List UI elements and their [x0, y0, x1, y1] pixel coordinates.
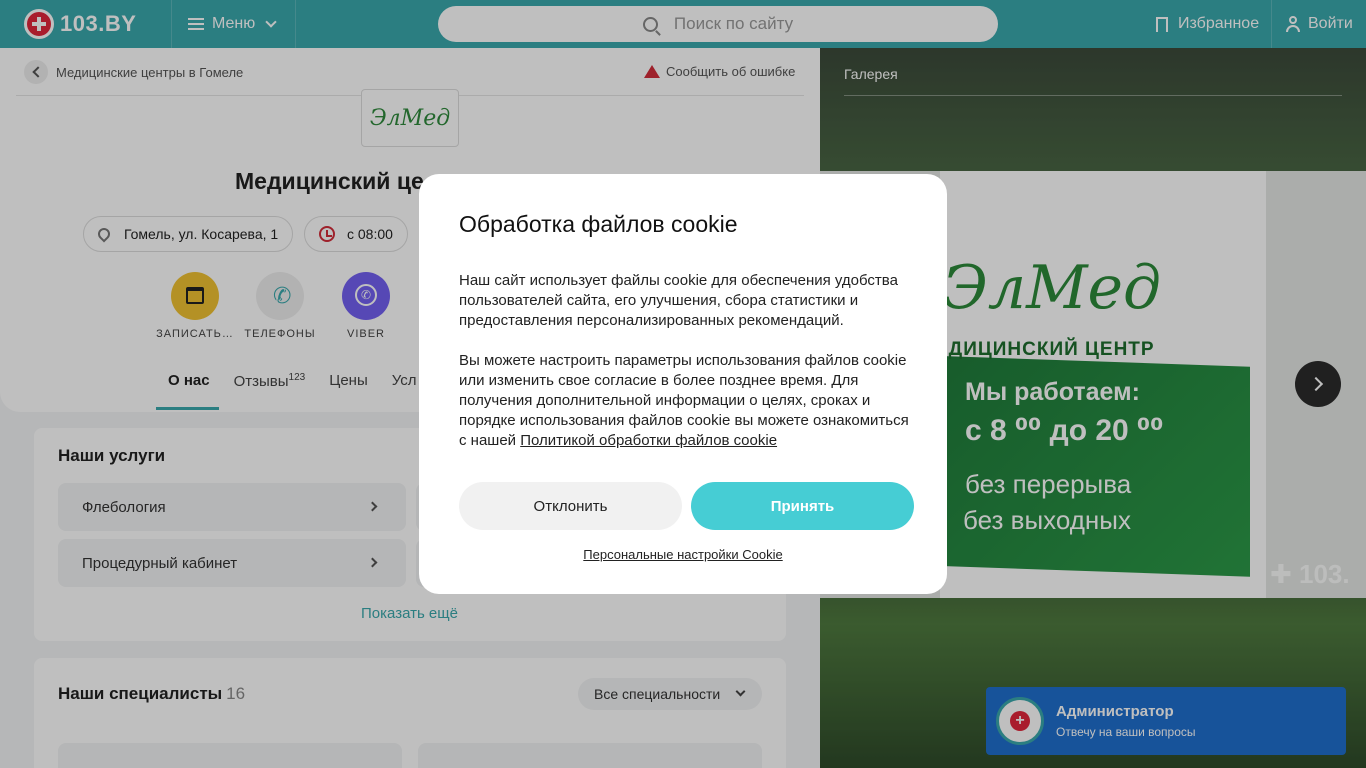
cookie-paragraph-2: Вы можете настроить параметры использова…	[459, 351, 914, 451]
decline-button[interactable]: Отклонить	[459, 482, 682, 530]
cookie-policy-link[interactable]: Политикой обработки файлов cookie	[520, 432, 777, 449]
cookie-modal-title: Обработка файлов cookie	[459, 211, 738, 237]
cookie-settings-link[interactable]: Персональные настройки Cookie	[419, 547, 947, 562]
accept-button[interactable]: Принять	[691, 482, 914, 530]
cookie-modal: Обработка файлов cookie Наш сайт использ…	[419, 174, 947, 594]
cookie-paragraph-1: Наш сайт использует файлы cookie для обе…	[459, 272, 898, 329]
